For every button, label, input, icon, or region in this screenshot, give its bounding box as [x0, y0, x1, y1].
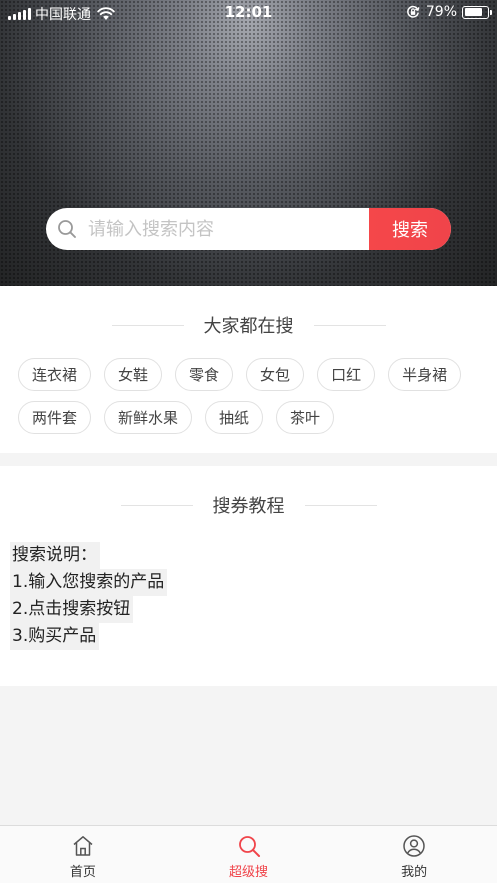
popular-searches-section: 大家都在搜 连衣裙 女鞋 零食 女包 口红 半身裙 两件套 新鲜水果 抽纸 茶叶 [0, 286, 497, 453]
tutorial-title-row: 搜券教程 [0, 492, 497, 518]
nav-item-profile[interactable]: 我的 [331, 826, 497, 883]
hero-banner: 中国联通 12:01 79% 请输入搜索内容 搜索 [0, 0, 497, 286]
tutorial-heading: 搜索说明： [10, 542, 100, 569]
search-icon [238, 836, 260, 857]
nav-label-profile: 我的 [401, 865, 428, 880]
battery-level [464, 8, 482, 16]
search-tag[interactable]: 女鞋 [104, 358, 163, 391]
home-icon [73, 836, 93, 856]
tutorial-step: 1.输入您搜索的产品 [10, 569, 168, 596]
battery-percent: 79% [425, 4, 457, 20]
tutorial-text: 搜索说明： 1.输入您搜索的产品 2.点击搜索按钮 3.购买产品 [10, 542, 168, 650]
popular-tags: 连衣裙 女鞋 零食 女包 口红 半身裙 两件套 新鲜水果 抽纸 茶叶 [18, 358, 488, 434]
search-tag[interactable]: 零食 [175, 358, 234, 391]
status-right: 79% [406, 4, 492, 20]
search-tag[interactable]: 女包 [246, 358, 305, 391]
orientation-lock-icon [407, 5, 420, 18]
nav-item-super-search[interactable]: 超级搜 [166, 826, 332, 883]
search-icon [58, 220, 76, 238]
divider-right [313, 324, 386, 326]
status-bar: 中国联通 12:01 79% [0, 0, 497, 26]
nav-label-home: 首页 [69, 865, 96, 880]
search-tag[interactable]: 茶叶 [276, 401, 335, 434]
divider-right [304, 504, 377, 506]
tutorial-step: 2.点击搜索按钮 [10, 596, 134, 623]
tutorial-step: 3.购买产品 [10, 623, 100, 650]
tutorial-title: 搜券教程 [212, 496, 285, 517]
search-tag[interactable]: 抽纸 [205, 401, 264, 434]
divider-left [120, 504, 193, 506]
search-tag[interactable]: 连衣裙 [18, 358, 92, 391]
search-tag[interactable]: 新鲜水果 [104, 401, 193, 434]
search-field[interactable] [46, 208, 369, 250]
search-input[interactable] [46, 208, 369, 250]
nav-item-home[interactable]: 首页 [0, 826, 166, 883]
profile-icon [403, 835, 425, 857]
nav-label-super-search: 超级搜 [229, 865, 269, 880]
bottom-nav: 首页 超级搜 我的 [0, 825, 497, 883]
search-bar: 搜索 [46, 208, 451, 250]
popular-title: 大家都在搜 [203, 316, 294, 337]
search-tag[interactable]: 口红 [317, 358, 376, 391]
battery-icon [462, 5, 492, 19]
popular-title-row: 大家都在搜 [0, 312, 497, 338]
search-tag[interactable]: 两件套 [18, 401, 92, 434]
tutorial-section: 搜券教程 搜索说明： 1.输入您搜索的产品 2.点击搜索按钮 3.购买产品 [0, 466, 497, 686]
divider-left [111, 324, 184, 326]
search-button[interactable]: 搜索 [369, 208, 451, 250]
search-tag[interactable]: 半身裙 [388, 358, 462, 391]
